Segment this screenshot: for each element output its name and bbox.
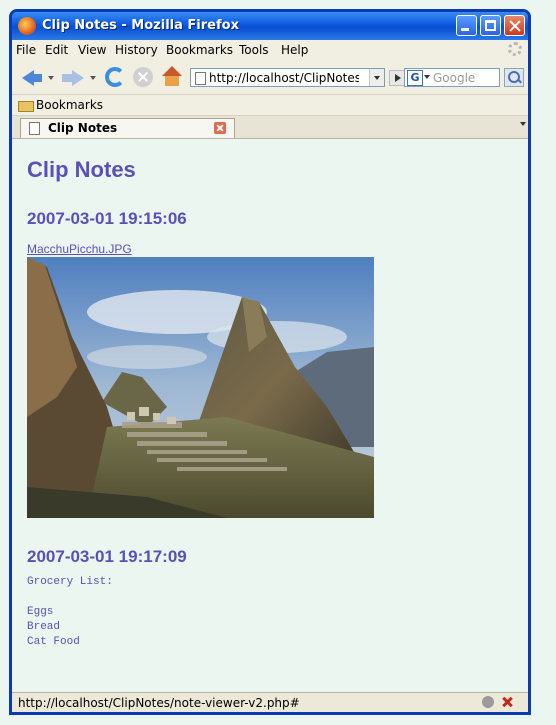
address-bar[interactable]: http://localhost/ClipNotes/r (190, 68, 385, 87)
reload-icon[interactable] (105, 67, 125, 87)
page-title: Clip Notes (27, 157, 136, 182)
title-bar[interactable]: Clip Notes - Mozilla Firefox (12, 12, 528, 40)
attachment-link[interactable]: MacchuPicchu.JPG (27, 242, 132, 256)
browser-window: Clip Notes - Mozilla Firefox File Edit V… (9, 9, 531, 715)
menu-bookmarks[interactable]: Bookmarks (166, 43, 233, 57)
address-input[interactable]: http://localhost/ClipNotes/r (209, 71, 359, 85)
tab-label: Clip Notes (48, 121, 118, 135)
menu-edit[interactable]: Edit (45, 43, 68, 57)
machu-picchu-photo (27, 257, 374, 518)
note-text: Grocery List: Eggs Bread Cat Food (27, 576, 113, 648)
back-arrow-icon[interactable] (22, 67, 44, 87)
security-status-icon (482, 696, 494, 708)
search-input[interactable]: Google (433, 71, 475, 85)
menu-history[interactable]: History (115, 43, 158, 57)
entry-timestamp: 2007-03-01 19:17:09 (27, 547, 187, 566)
tab-list-dropdown-icon[interactable] (520, 122, 526, 126)
tab-clip-notes[interactable]: Clip Notes (20, 118, 235, 138)
menu-tools[interactable]: Tools (239, 43, 269, 57)
close-window-button[interactable] (504, 15, 525, 36)
google-engine-icon[interactable]: G (407, 70, 423, 86)
search-box[interactable]: G Google (404, 68, 500, 87)
close-tab-icon[interactable] (214, 122, 226, 134)
page-icon (195, 72, 206, 85)
go-button[interactable] (389, 70, 405, 86)
bookmarks-toolbar: Bookmarks (12, 95, 528, 116)
maximize-button[interactable] (480, 15, 501, 36)
home-icon[interactable] (161, 66, 183, 86)
menu-bar: File Edit View History Bookmarks Tools H… (12, 40, 528, 61)
search-magnifier-icon[interactable] (504, 68, 524, 87)
address-dropdown-icon[interactable] (369, 69, 384, 86)
stop-icon[interactable] (133, 67, 153, 87)
entry-timestamp: 2007-03-01 19:15:06 (27, 209, 187, 228)
menu-view[interactable]: View (78, 43, 106, 57)
menu-file[interactable]: File (16, 43, 36, 57)
firefox-icon (18, 17, 36, 35)
status-bar: http://localhost/ClipNotes/note-viewer-v… (12, 692, 528, 712)
back-history-dropdown-icon[interactable] (48, 76, 54, 80)
page-content: Clip Notes 2007-03-01 19:15:06 MacchuPic… (12, 139, 528, 692)
bookmarks-menu[interactable]: Bookmarks (36, 98, 103, 112)
window-title: Clip Notes - Mozilla Firefox (42, 18, 239, 33)
status-text: http://localhost/ClipNotes/note-viewer-v… (18, 696, 300, 710)
tab-strip: Clip Notes (12, 116, 528, 139)
activity-throbber-icon (508, 42, 522, 56)
navigation-toolbar: http://localhost/ClipNotes/r G Google (12, 60, 528, 95)
error-status-icon[interactable] (501, 696, 513, 708)
minimize-button[interactable] (456, 15, 477, 36)
document-icon (29, 122, 40, 135)
menu-help[interactable]: Help (281, 43, 308, 57)
search-engine-dropdown-icon[interactable] (424, 75, 430, 79)
folder-icon (18, 101, 34, 112)
forward-history-dropdown-icon[interactable] (90, 76, 96, 80)
forward-arrow-icon[interactable] (62, 67, 84, 87)
